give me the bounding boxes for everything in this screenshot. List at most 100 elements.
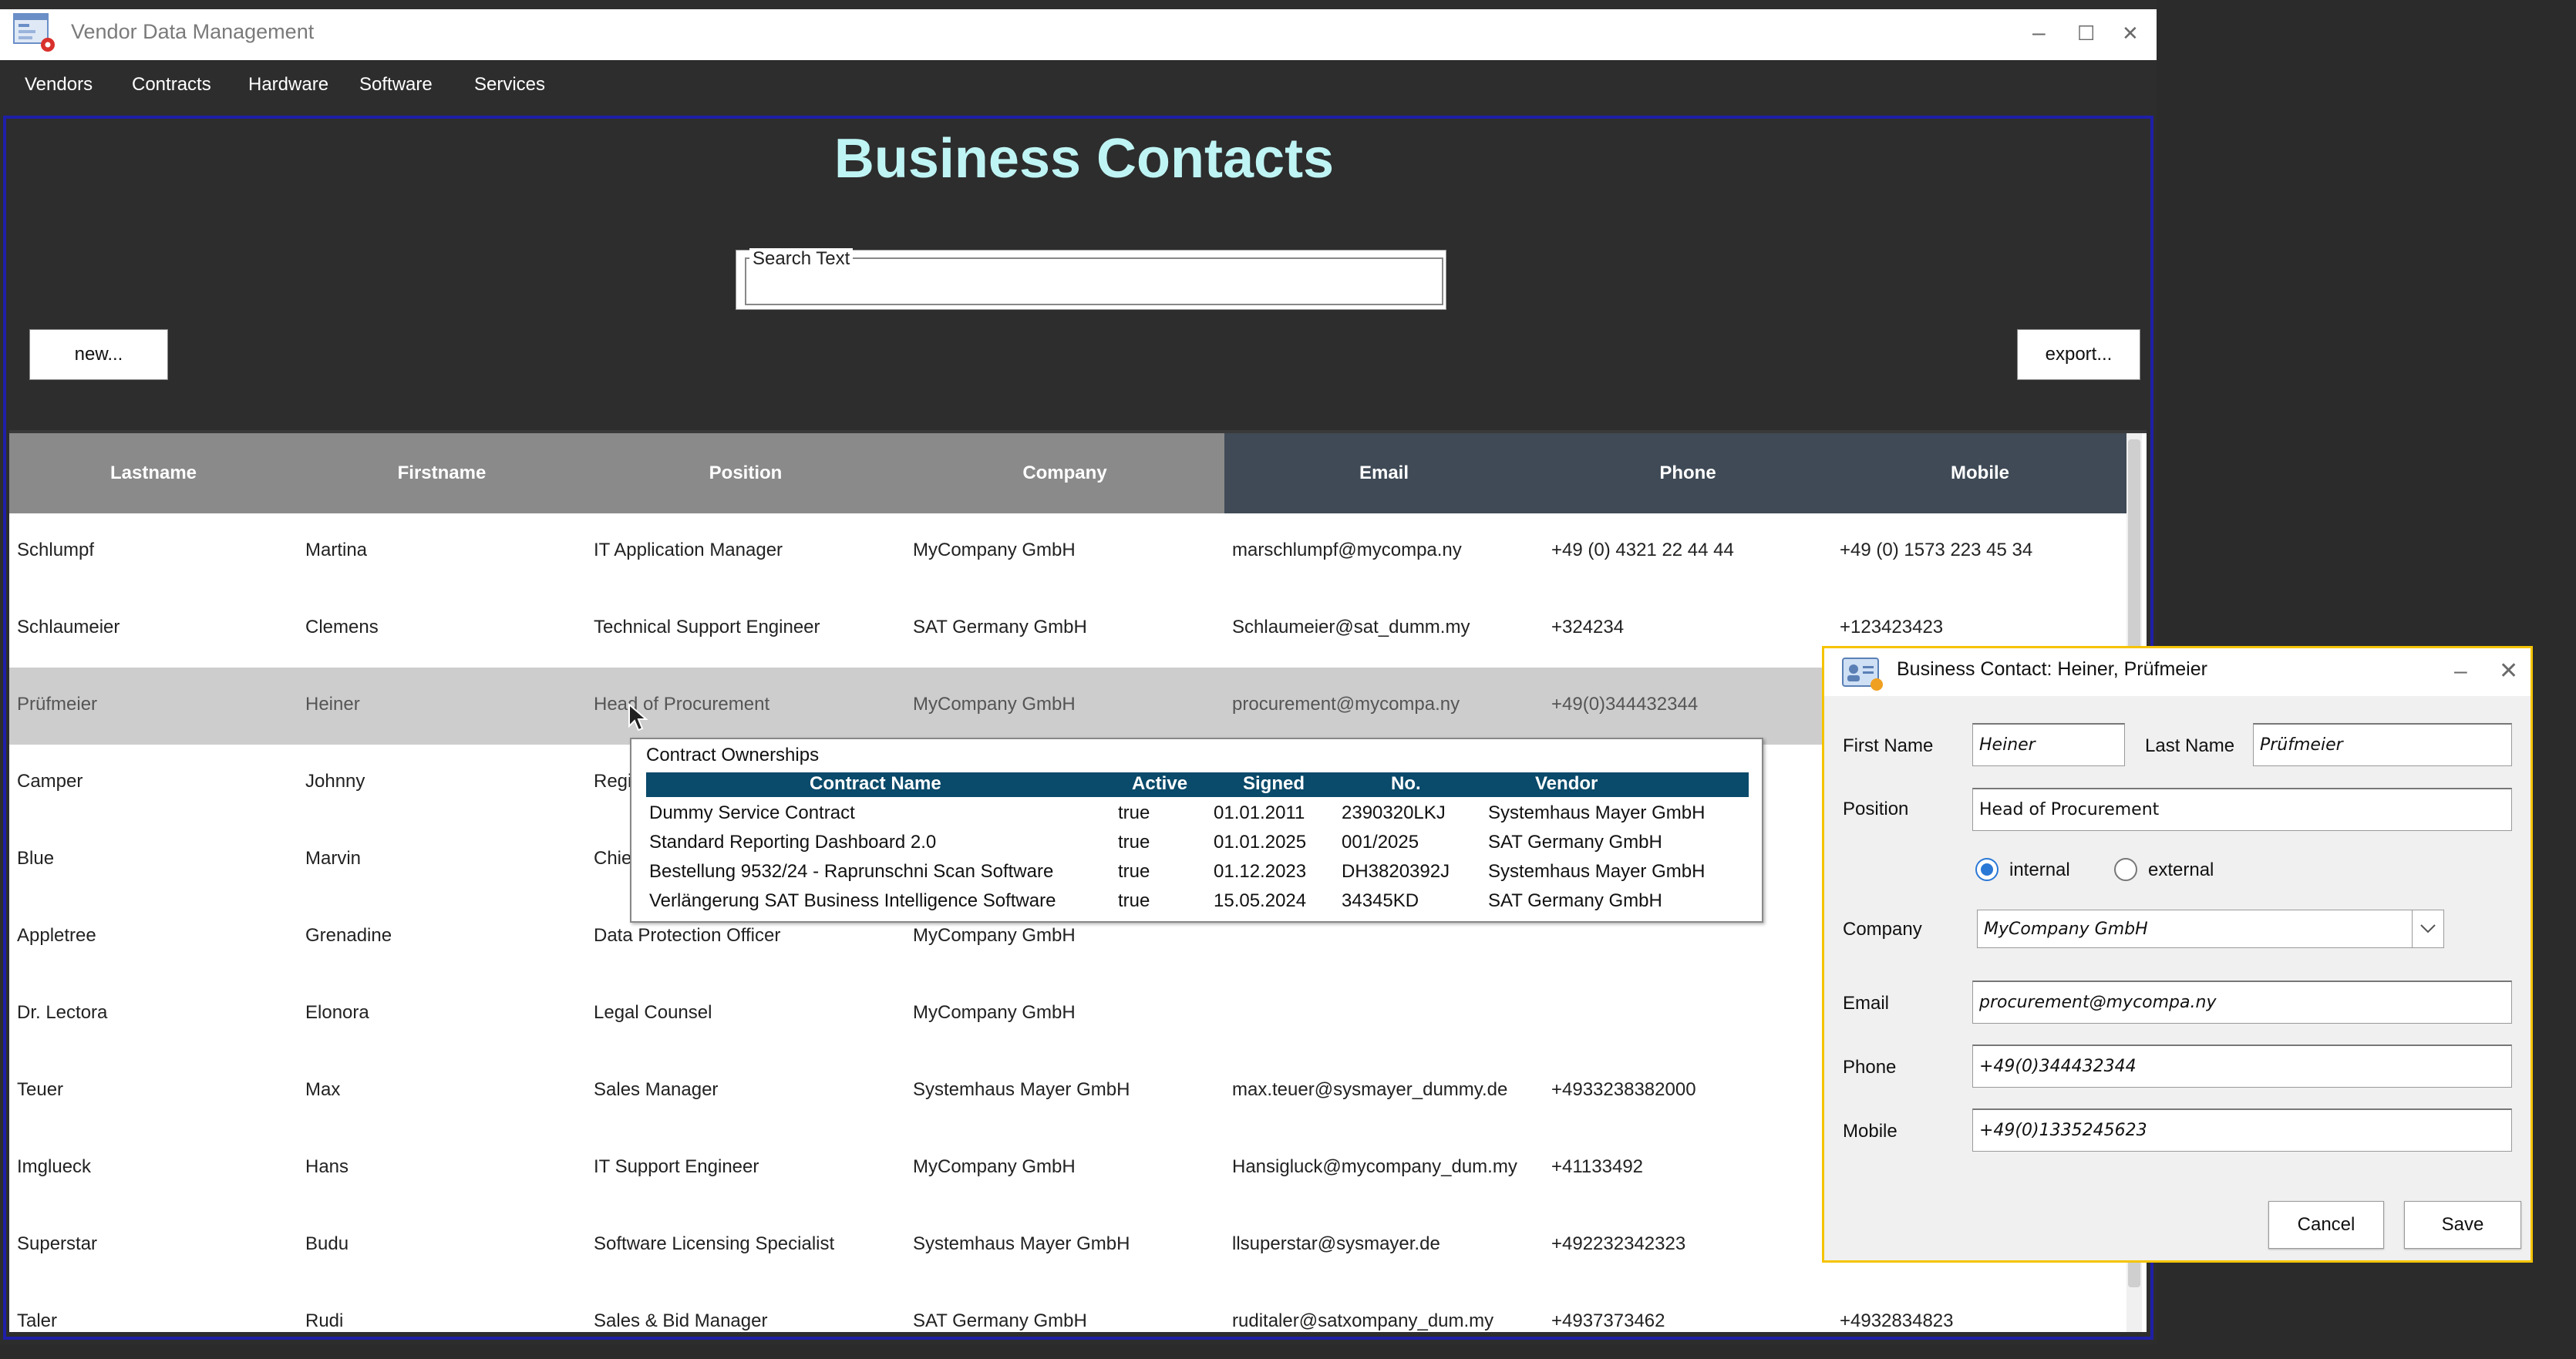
tt-cell-signed: 01.12.2023 [1214, 861, 1307, 882]
cell-firstname: Marvin [305, 848, 362, 869]
close-icon[interactable]: ✕ [2122, 22, 2139, 45]
cancel-button[interactable]: Cancel [2268, 1201, 2384, 1249]
cell-phone: +49(0)344432344 [1551, 694, 1699, 715]
cell-position: IT Support Engineer [594, 1156, 759, 1177]
minimize-icon[interactable]: – [2032, 22, 2046, 45]
table-row[interactable]: Teuer Max Sales Manager Systemhaus Mayer Gm… [9, 1053, 2122, 1131]
cell-email: llsuperstar@sysmayer.de [1232, 1233, 1440, 1254]
tt-cell-active: true [1118, 861, 1150, 882]
table-row[interactable]: Schlaumeier Clemens Technical Support Engi… [9, 590, 2122, 668]
table-row[interactable]: Dr. Lectora Elonora Legal Counsel MyCompany… [9, 976, 2122, 1054]
col-header-company[interactable]: Company [905, 433, 1224, 513]
cell-lastname: Schlumpf [17, 540, 95, 560]
table-row[interactable]: Schlumpf Martina IT Application Manager MyC… [9, 513, 2122, 591]
position-label: Position [1843, 799, 1909, 819]
export-button[interactable]: export... [2017, 329, 2140, 380]
cell-firstname: Elonora [305, 1002, 369, 1023]
first-name-label: First Name [1843, 735, 1934, 756]
dialog-title: Business Contact: Heiner, Prüfmeier [1897, 658, 2207, 680]
dialog-minimize-icon[interactable]: – [2454, 660, 2467, 683]
cell-email: Hansigluck@mycompany_dum.my [1232, 1156, 1517, 1177]
table-row[interactable]: Imglueck Hans IT Support Engineer MyCompany… [9, 1130, 2122, 1208]
internal-radio-label: internal [2009, 859, 2070, 880]
cell-email: Schlaumeier@sat_dumm.my [1232, 617, 1470, 637]
tt-cell-no: DH3820392J [1342, 861, 1450, 882]
cell-firstname: Clemens [305, 617, 379, 637]
cell-position: Regi [594, 771, 632, 792]
chevron-down-icon[interactable] [2412, 910, 2444, 948]
cell-position: Chie [594, 848, 632, 869]
external-radio-label: external [2148, 859, 2214, 880]
contact-card-icon [1841, 652, 1886, 696]
email-field[interactable]: procurement@mycompa.ny [1972, 981, 2512, 1024]
cell-firstname: Grenadine [305, 925, 392, 946]
cell-phone: +324234 [1551, 617, 1625, 637]
dialog-close-icon[interactable]: ✕ [2499, 660, 2518, 683]
col-header-phone[interactable]: Phone [1544, 433, 1832, 513]
cell-lastname: Imglueck [17, 1156, 92, 1177]
cell-firstname: Max [305, 1079, 341, 1100]
col-header-firstname[interactable]: Firstname [298, 433, 586, 513]
tt-col-signed: Signed [1243, 773, 1305, 794]
cell-phone: +492232342323 [1551, 1233, 1686, 1254]
tt-col-no: No. [1391, 773, 1421, 794]
save-button[interactable]: Save [2404, 1201, 2521, 1249]
cell-email: ruditaler@satxompany_dum.my [1232, 1310, 1494, 1331]
position-field[interactable]: Head of Procurement [1972, 788, 2512, 831]
menu-software[interactable]: Software [359, 74, 433, 96]
cell-lastname: Appletree [17, 925, 96, 946]
tt-cell-vendor: Systemhaus Mayer GmbH [1488, 861, 1706, 882]
phone-field[interactable]: +49(0)344432344 [1972, 1044, 2512, 1088]
cell-lastname: Dr. Lectora [17, 1002, 108, 1023]
menu-services[interactable]: Services [474, 74, 545, 96]
company-label: Company [1843, 919, 1922, 940]
internal-radio[interactable] [1975, 858, 1999, 881]
mobile-field[interactable]: +49(0)1335245623 [1972, 1108, 2512, 1152]
cell-position: Head of Procurement [594, 694, 770, 715]
col-header-lastname[interactable]: Lastname [9, 433, 298, 513]
cell-lastname: Camper [17, 771, 83, 792]
tt-cell-signed: 15.05.2024 [1214, 890, 1307, 911]
menu-hardware[interactable]: Hardware [248, 74, 328, 96]
col-header-mobile[interactable]: Mobile [1832, 433, 2128, 513]
table-row[interactable]: Superstar Budu Software Licensing Speciali… [9, 1207, 2122, 1285]
external-radio[interactable] [2114, 858, 2137, 881]
email-label: Email [1843, 993, 1890, 1014]
maximize-icon[interactable]: ☐ [2077, 22, 2095, 45]
tt-cell-active: true [1118, 802, 1150, 823]
tt-cell-no: 34345KD [1342, 890, 1419, 911]
cell-email: marschlumpf@mycompa.ny [1232, 540, 1462, 560]
col-header-position[interactable]: Position [586, 433, 905, 513]
app-icon [12, 11, 57, 54]
cell-firstname: Hans [305, 1156, 349, 1177]
tt-cell-active: true [1118, 832, 1150, 853]
cell-phone: +49 (0) 4321 22 44 44 [1551, 540, 1734, 560]
cell-position: Legal Counsel [594, 1002, 712, 1023]
first-name-field[interactable]: Heiner [1972, 723, 2125, 766]
cell-firstname: Martina [305, 540, 368, 560]
tooltip-title: Contract Ownerships [646, 745, 820, 765]
cell-company: Systemhaus Mayer GmbH [913, 1079, 1130, 1100]
tt-cell-vendor: SAT Germany GmbH [1488, 832, 1662, 853]
col-header-email[interactable]: Email [1224, 433, 1544, 513]
table-row[interactable]: Prüfmeier Heiner Head of Procurement MyComp… [9, 668, 2122, 745]
new-button[interactable]: new... [29, 329, 168, 380]
menu-vendors[interactable]: Vendors [25, 74, 93, 96]
cell-phone: +4933238382000 [1551, 1079, 1696, 1100]
company-dropdown[interactable]: MyCompany GmbH [1977, 910, 2413, 948]
cell-mobile: +4932834823 [1840, 1310, 1954, 1331]
cell-email: max.teuer@sysmayer_dummy.de [1232, 1079, 1508, 1100]
table-row[interactable]: Taler Rudi Sales & Bid Manager SAT Germany … [9, 1284, 2122, 1332]
cell-position: Sales Manager [594, 1079, 719, 1100]
cell-position: Technical Support Engineer [594, 617, 820, 637]
title-bar [0, 9, 2157, 60]
cell-firstname: Johnny [305, 771, 365, 792]
cell-company: MyCompany GmbH [913, 1002, 1076, 1023]
tt-cell-contract-name: Dummy Service Contract [649, 802, 855, 823]
tt-cell-contract-name: Verlängerung SAT Business Intelligence S… [649, 890, 1056, 911]
cell-lastname: Superstar [17, 1233, 98, 1254]
cell-lastname: Blue [17, 848, 55, 869]
last-name-field[interactable]: Prüfmeier [2253, 723, 2512, 766]
menu-contracts[interactable]: Contracts [132, 74, 211, 96]
tt-cell-no: 2390320LKJ [1342, 802, 1446, 823]
